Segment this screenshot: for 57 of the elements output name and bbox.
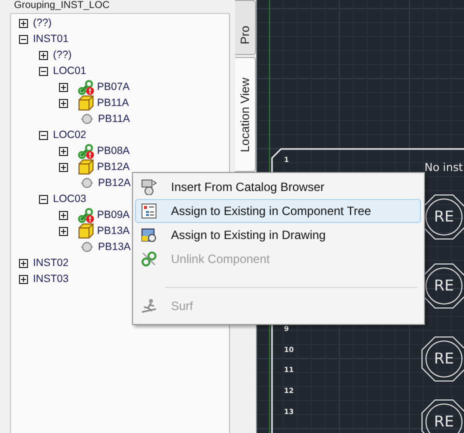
expand-toggle[interactable] [59, 98, 68, 108]
circle-icon [81, 113, 93, 125]
tree-item[interactable]: PB12A [98, 177, 131, 189]
unlink-icon [141, 251, 157, 267]
tree-item[interactable]: PB11A [97, 97, 129, 109]
symbol-label: RE [434, 278, 454, 294]
collapse-toggle[interactable] [39, 66, 48, 76]
tree-item[interactable]: LOC02 [53, 129, 86, 141]
expand-toggle[interactable] [59, 210, 68, 220]
link-warning-icon [78, 79, 94, 95]
tree-item[interactable]: PB12A [97, 161, 130, 173]
circle-icon [81, 177, 93, 189]
tree-item[interactable]: INST03 [33, 273, 69, 285]
cube-icon [78, 223, 94, 239]
menu-item[interactable]: Assign to Existing in Component Tree [135, 199, 421, 223]
panel-title: Grouping_INST_LOC [13, 0, 111, 13]
tree-item[interactable]: PB09A [97, 209, 130, 221]
collapse-toggle[interactable] [39, 130, 48, 140]
tree-list-icon [141, 203, 157, 219]
expand-toggle[interactable] [59, 226, 68, 236]
expand-toggle[interactable] [59, 146, 68, 156]
circle-icon [81, 241, 93, 253]
expand-toggle[interactable] [39, 50, 48, 60]
tree-item[interactable]: INST02 [33, 257, 69, 269]
tree-item[interactable]: PB13A [98, 241, 131, 253]
tree-item[interactable]: PB13A [97, 225, 130, 237]
tree-item[interactable]: INST01 [33, 33, 69, 45]
menu-item[interactable]: Assign to Existing in Drawing [135, 223, 421, 247]
symbol-label: RE [434, 352, 454, 366]
cube-icon [78, 95, 94, 111]
collapse-toggle[interactable] [39, 194, 48, 204]
side-tab[interactable]: Location View [235, 57, 256, 172]
tree-item[interactable]: (??) [33, 17, 52, 29]
expand-toggle[interactable] [19, 258, 28, 268]
tree-item[interactable]: PB08A [97, 145, 130, 157]
tree-item[interactable]: PB07A [97, 81, 130, 93]
drawing-icon [141, 227, 157, 243]
tree-item[interactable]: PB11A [98, 113, 130, 125]
tree-item[interactable]: LOC01 [53, 65, 86, 77]
symbol-label: RE [434, 210, 454, 224]
tree-item[interactable]: LOC03 [53, 193, 86, 205]
link-warning-icon [78, 207, 94, 223]
drawing-heading: No inst [424, 161, 463, 174]
surfer-icon [141, 298, 157, 314]
catalog-icon [141, 179, 157, 195]
expand-toggle[interactable] [19, 18, 28, 28]
expand-toggle[interactable] [59, 82, 68, 92]
symbol-label: RE [434, 414, 454, 430]
octagon-symbol-icon [421, 336, 464, 382]
collapse-toggle[interactable] [19, 34, 28, 44]
side-tab[interactable]: Pro [235, 0, 256, 55]
tree-item[interactable]: (??) [53, 49, 72, 61]
menu-item[interactable]: Insert From Catalog Browser [135, 175, 421, 199]
link-warning-icon [78, 143, 94, 159]
expand-toggle[interactable] [59, 162, 68, 172]
cube-icon [78, 159, 94, 175]
expand-toggle[interactable] [19, 274, 28, 284]
